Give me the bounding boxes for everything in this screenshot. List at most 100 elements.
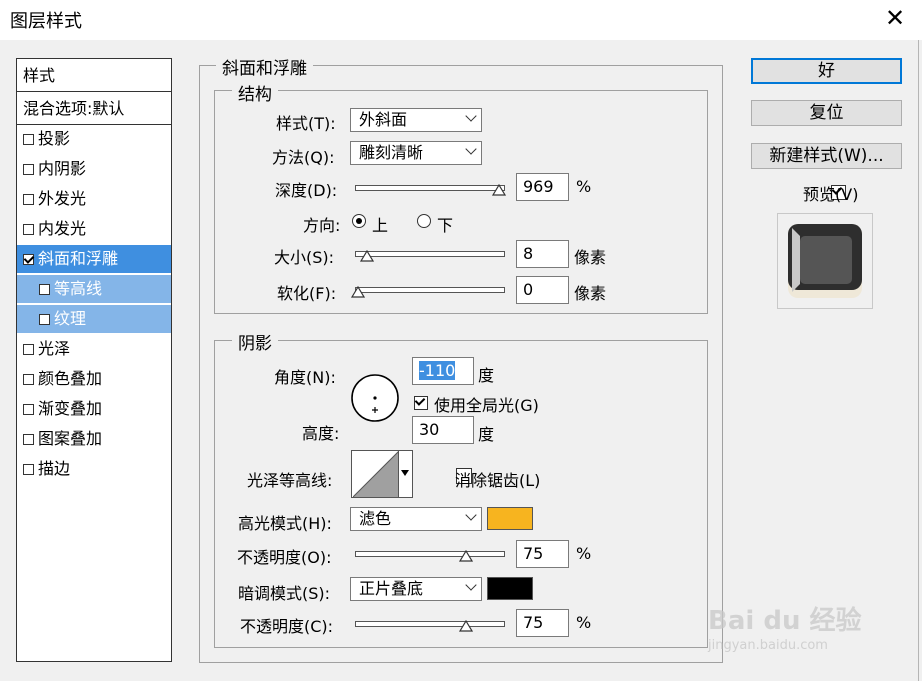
altitude-label: 高度: xyxy=(302,424,340,443)
close-icon[interactable]: ✕ xyxy=(880,2,910,34)
bevel-emboss-checkbox[interactable] xyxy=(23,254,34,265)
chevron-down-icon xyxy=(465,143,477,155)
highlight-mode-select[interactable]: 滤色 xyxy=(350,507,482,531)
global-light-checkbox[interactable] xyxy=(414,396,428,410)
angle-dial[interactable] xyxy=(350,373,400,423)
highlight-mode-value: 滤色 xyxy=(359,509,392,528)
size-input[interactable]: 8 xyxy=(516,240,569,268)
style-label: 样式(T): xyxy=(276,114,336,133)
depth-label: 深度(D): xyxy=(275,181,338,200)
style-item-label: 等高线 xyxy=(54,279,103,298)
style-item-texture[interactable]: 纹理 xyxy=(17,305,171,333)
style-select-value: 外斜面 xyxy=(359,110,408,129)
style-item-contour[interactable]: 等高线 xyxy=(17,275,171,303)
direction-down-radio[interactable] xyxy=(417,214,431,228)
depth-slider[interactable] xyxy=(355,184,507,196)
style-list-header[interactable]: 样式 xyxy=(17,59,171,92)
soften-input[interactable]: 0 xyxy=(516,276,569,304)
direction-up-label: 上 xyxy=(372,216,389,235)
highlight-opacity-unit: % xyxy=(576,544,592,563)
direction-label: 方向: xyxy=(303,216,341,235)
highlight-color-swatch[interactable] xyxy=(487,507,533,530)
highlight-opacity-input[interactable]: 75 xyxy=(516,540,569,568)
new-style-button[interactable]: 新建样式(W)... xyxy=(751,143,902,169)
shadow-opacity-input[interactable]: 75 xyxy=(516,609,569,637)
angle-input[interactable]: -110 xyxy=(412,357,474,385)
preview-thumbnail xyxy=(777,213,873,309)
global-light-label: 使用全局光(G) xyxy=(434,396,539,415)
style-item-inner-glow[interactable]: 内发光 xyxy=(17,215,171,243)
style-item-color-overlay[interactable]: 颜色叠加 xyxy=(17,365,171,393)
shading-title: 阴影 xyxy=(232,329,278,354)
size-slider[interactable] xyxy=(355,250,505,262)
shadow-mode-value: 正片叠底 xyxy=(359,579,424,598)
ok-button[interactable]: 好 xyxy=(751,58,902,84)
shadow-color-swatch[interactable] xyxy=(487,577,533,600)
style-item-stroke[interactable]: 描边 xyxy=(17,455,171,483)
style-item-label: 斜面和浮雕 xyxy=(38,249,119,268)
style-item-gradient-overlay[interactable]: 渐变叠加 xyxy=(17,395,171,423)
soften-label: 软化(F): xyxy=(277,284,337,303)
title-bar xyxy=(0,0,922,40)
contour-divider xyxy=(398,451,399,497)
pattern-overlay-checkbox[interactable] xyxy=(23,434,34,445)
soften-unit: 像素 xyxy=(574,284,607,303)
inner-glow-checkbox[interactable] xyxy=(23,224,34,235)
shadow-opacity-unit: % xyxy=(576,613,592,632)
style-item-outer-glow[interactable]: 外发光 xyxy=(17,185,171,213)
inner-shadow-checkbox[interactable] xyxy=(23,164,34,175)
structure-title: 结构 xyxy=(232,80,278,105)
chevron-down-icon xyxy=(465,110,477,122)
reset-button[interactable]: 复位 xyxy=(751,100,902,126)
highlight-opacity-label: 不透明度(O): xyxy=(237,548,332,567)
style-item-pattern-overlay[interactable]: 图案叠加 xyxy=(17,425,171,453)
style-item-label: 内阴影 xyxy=(38,159,87,178)
bevel-preview-image xyxy=(788,224,862,298)
style-list-blend-options[interactable]: 混合选项:默认 xyxy=(17,92,171,125)
style-item-label: 描边 xyxy=(38,459,71,478)
technique-select[interactable]: 雕刻清晰 xyxy=(350,141,482,165)
direction-down-label: 下 xyxy=(437,216,454,235)
style-item-satin[interactable]: 光泽 xyxy=(17,335,171,363)
angle-input-value: -110 xyxy=(419,361,456,380)
style-item-drop-shadow[interactable]: 投影 xyxy=(17,125,171,153)
gradient-overlay-checkbox[interactable] xyxy=(23,404,34,415)
angle-unit: 度 xyxy=(478,366,495,385)
drop-shadow-checkbox[interactable] xyxy=(23,134,34,145)
style-item-bevel-emboss[interactable]: 斜面和浮雕 xyxy=(17,245,171,273)
contour-preview-icon xyxy=(353,451,399,497)
chevron-down-icon xyxy=(465,579,477,591)
chevron-down-icon xyxy=(465,509,477,521)
watermark-logo: Bai du 经验 xyxy=(708,606,862,636)
stroke-checkbox[interactable] xyxy=(23,464,34,475)
soften-slider[interactable] xyxy=(351,286,505,298)
color-overlay-checkbox[interactable] xyxy=(23,374,34,385)
angle-label: 角度(N): xyxy=(274,368,336,387)
texture-checkbox[interactable] xyxy=(39,314,50,325)
style-item-inner-shadow[interactable]: 内阴影 xyxy=(17,155,171,183)
satin-checkbox[interactable] xyxy=(23,344,34,355)
antialias-label: 消除锯齿(L) xyxy=(455,471,541,490)
size-label: 大小(S): xyxy=(274,248,335,267)
watermark-url: jingyan.baidu.com xyxy=(708,638,828,653)
style-select[interactable]: 外斜面 xyxy=(350,108,482,132)
shadow-mode-select[interactable]: 正片叠底 xyxy=(350,577,482,601)
style-item-label: 光泽 xyxy=(38,339,71,358)
style-item-label: 投影 xyxy=(38,129,71,148)
shadow-opacity-slider[interactable] xyxy=(355,620,505,632)
preview-label: 预览(V) xyxy=(803,185,859,204)
contour-checkbox[interactable] xyxy=(39,284,50,295)
gloss-contour-picker[interactable] xyxy=(351,450,413,498)
altitude-input[interactable]: 30 xyxy=(412,416,474,444)
direction-up-radio[interactable] xyxy=(352,214,366,228)
style-item-label: 渐变叠加 xyxy=(38,399,103,418)
outer-glow-checkbox[interactable] xyxy=(23,194,34,205)
style-item-label: 图案叠加 xyxy=(38,429,103,448)
highlight-opacity-slider[interactable] xyxy=(355,550,505,562)
depth-input[interactable]: 969 xyxy=(516,173,569,201)
gloss-contour-label: 光泽等高线: xyxy=(247,471,333,490)
style-item-label: 颜色叠加 xyxy=(38,369,103,388)
technique-label: 方法(Q): xyxy=(272,148,335,167)
shadow-mode-label: 暗调模式(S): xyxy=(238,584,331,603)
size-unit: 像素 xyxy=(574,248,607,267)
